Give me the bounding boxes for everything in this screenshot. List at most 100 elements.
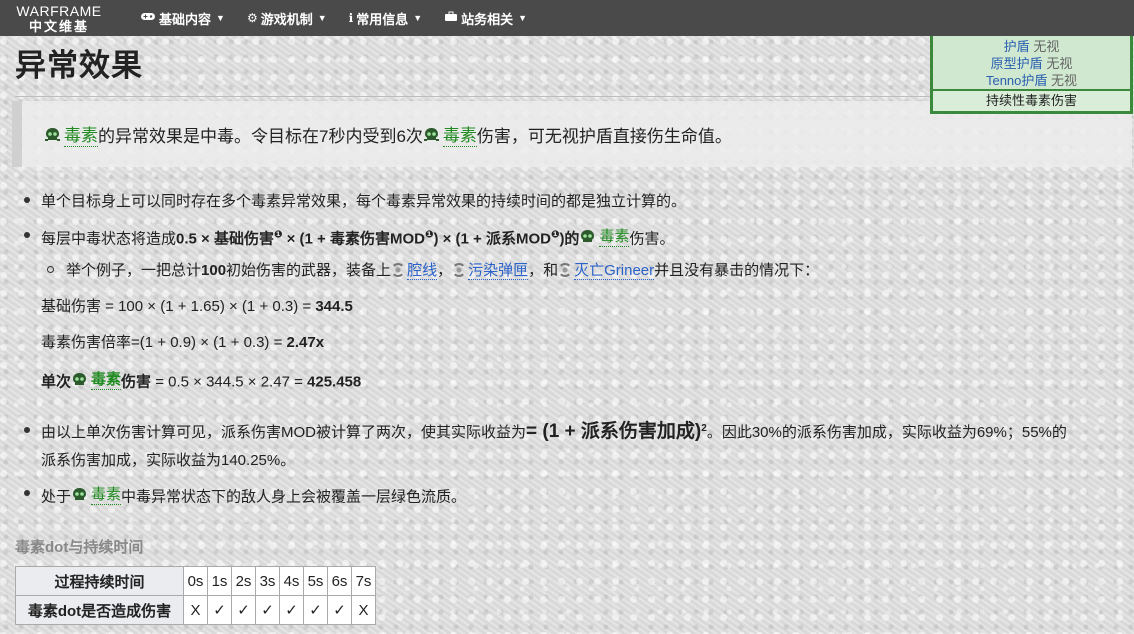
- top-navbar: WARFRAME 中文维基 基础内容 ▼ ⚙ 游戏机制 ▼ ℹ 常用信息 ▼ 站…: [0, 0, 1134, 36]
- note-text: 。因此30%的派系伤害加成，实际收益为69%；55%的: [706, 424, 1067, 441]
- table-cell: X: [351, 595, 376, 625]
- toxin-word: 毒素: [599, 225, 630, 247]
- caret-down-icon: ▼: [518, 13, 528, 23]
- calc-label: 单次: [41, 373, 72, 391]
- example-text: 并且没有暴击的情况下：: [654, 262, 820, 279]
- toxin-link[interactable]: 毒素: [423, 121, 477, 147]
- bullet-text-independent: 单个目标身上可以同时存在多个毒素异常效果，每个毒素异常效果的持续时间的都是独立计…: [41, 193, 687, 210]
- toxin-link[interactable]: 毒素: [71, 368, 122, 390]
- info-icon: ℹ: [348, 11, 354, 25]
- page-title: 异常效果: [15, 48, 143, 83]
- nav-label: 游戏机制: [260, 11, 313, 27]
- table-row: 毒素dot是否造成伤害 X ✓ ✓ ✓ ✓ ✓ ✓ X: [15, 595, 376, 625]
- example-number: 100: [201, 262, 227, 279]
- caret-down-icon: ▼: [413, 13, 423, 23]
- mod-icon: [452, 263, 467, 277]
- table-cell: X: [183, 595, 208, 625]
- infobox: 护盾 无视 原型护盾 无视 Tenno护盾 无视 持续性毒素伤害: [930, 36, 1133, 114]
- toxin-link[interactable]: 毒素: [71, 483, 122, 505]
- dot-duration-table: 过程持续时间 0s 1s 2s 3s 4s 5s 6s 7s 毒素dot是否造成…: [15, 566, 376, 625]
- table-cell: ✓: [279, 595, 304, 625]
- caret-down-icon: ▼: [317, 13, 327, 23]
- table-cell: ✓: [327, 595, 352, 625]
- infobox-row: 护盾 无视: [933, 38, 1130, 55]
- calc-result: 2.47x: [286, 334, 325, 351]
- bullet-faction-note-cont: 派系伤害加成，实际收益为140.25%。: [41, 452, 296, 469]
- nav-label: 常用信息: [356, 11, 409, 27]
- note-text: 中毒异常状态下的敌人身上会被覆盖一层绿色流质。: [121, 488, 467, 506]
- bullet-green-fluid: 处于 毒素 中毒异常状态下的敌人身上会被覆盖一层绿色流质。: [41, 483, 466, 507]
- bullet-dot: [24, 490, 30, 496]
- toxin-skull-icon: [71, 487, 88, 502]
- gamepad-icon: [140, 11, 156, 25]
- logo-text-en: WARFRAME: [16, 2, 102, 19]
- logo-text-cn: 中文维基: [28, 18, 89, 34]
- formula-part: 0.5 × 基础伤害: [176, 230, 274, 248]
- mod-link-bane-grineer[interactable]: 灭亡Grineer: [574, 262, 655, 280]
- formula-part: )的: [559, 230, 580, 248]
- infobox-value: 无视: [1046, 56, 1073, 71]
- toxin-skull-icon: [579, 229, 596, 244]
- site-logo[interactable]: WARFRAME 中文维基: [0, 0, 118, 36]
- section-title: 毒素dot与持续时间: [15, 539, 144, 556]
- bullet-dot: [24, 427, 30, 433]
- example-text: ，和: [528, 262, 559, 279]
- bullet-faction-note: 由以上单次伤害计算可见，派系伤害MOD被计算了两次，使其实际收益为= (1 + …: [41, 416, 1067, 443]
- nav-item-info[interactable]: ℹ 常用信息 ▼: [349, 9, 423, 28]
- infobox-label[interactable]: 原型护盾: [991, 56, 1043, 71]
- table-cell: ✓: [231, 595, 256, 625]
- calc-expression: = 0.5 × 344.5 × 2.47 =: [151, 373, 308, 391]
- table-cell: 3s: [255, 566, 280, 596]
- formula-prefix: 每层中毒状态将造成: [41, 230, 177, 248]
- toxin-word: 毒素: [91, 368, 122, 390]
- table-row-header: 毒素dot是否造成伤害: [15, 595, 184, 625]
- note-text: 处于: [41, 488, 72, 506]
- table-row: 过程持续时间 0s 1s 2s 3s 4s 5s 6s 7s: [15, 566, 376, 596]
- table-cell: 5s: [303, 566, 328, 596]
- example-intro: 举个例子，一把总计100初始伤害的武器，装备上 腔线， 污染弹匣，和 灭亡Grinee…: [66, 262, 820, 280]
- calc-base-damage: 基础伤害 = 100 × (1 + 1.65) × (1 + 0.3) = 34…: [41, 295, 353, 316]
- bullet-dot: [24, 232, 30, 238]
- table-cell: 0s: [183, 566, 208, 596]
- table-cell: ✓: [303, 595, 328, 625]
- infobox-label[interactable]: 护盾: [1004, 39, 1030, 54]
- gear-icon: ⚙: [246, 11, 258, 25]
- infobox-value: 无视: [1033, 39, 1060, 54]
- toxin-word: 毒素: [64, 121, 98, 147]
- mod-link-rifling[interactable]: 腔线: [407, 262, 438, 280]
- toxin-skull-icon: [423, 127, 440, 142]
- infobox-row: Tenno护盾 无视: [933, 72, 1130, 89]
- nav-item-mechanics[interactable]: ⚙ 游戏机制 ▼: [247, 9, 327, 28]
- calc-expression: 毒素伤害倍率=(1 + 0.9) × (1 + 0.3) =: [41, 334, 287, 351]
- calc-label: 伤害: [121, 373, 152, 391]
- example-text: 初始伤害的武器，装备上: [226, 262, 392, 279]
- toxin-link[interactable]: 毒素: [579, 225, 630, 247]
- table-cell: ✓: [207, 595, 232, 625]
- calc-result: 425.458: [307, 373, 362, 391]
- table-cell: 4s: [279, 566, 304, 596]
- caret-down-icon: ▼: [216, 13, 225, 23]
- nav-item-basic[interactable]: 基础内容 ▼: [140, 9, 225, 28]
- briefcase-icon: [444, 11, 458, 25]
- note-text: 由以上单次伤害计算可见，派系伤害MOD被计算了两次，使其实际收益为: [41, 424, 526, 441]
- quote-text-2: 伤害，可无视护盾直接伤生命值。: [476, 126, 732, 146]
- formula-part: ) × (1 + 派系MOD: [433, 230, 551, 248]
- table-row-header: 过程持续时间: [15, 566, 184, 596]
- toxin-word: 毒素: [442, 121, 477, 147]
- nav-item-site[interactable]: 站务相关 ▼: [444, 9, 527, 28]
- toxin-skull-icon: [71, 372, 88, 387]
- nav-label: 站务相关: [461, 11, 514, 27]
- table-cell: 7s: [351, 566, 376, 596]
- mod-link-contamination[interactable]: 污染弹匣: [468, 262, 529, 280]
- note-formula: = (1 + 派系伤害加成): [526, 421, 702, 442]
- table-cell: 1s: [207, 566, 232, 596]
- calc-expression: 基础伤害 = 100 × (1 + 1.65) × (1 + 0.3) =: [41, 298, 316, 315]
- mod-icon: [391, 263, 406, 277]
- formula-part: × (1 + 毒素伤害MOD: [282, 230, 425, 248]
- table-cell: ✓: [255, 595, 280, 625]
- toxin-link[interactable]: 毒素: [44, 121, 98, 147]
- bullet-dot: [24, 197, 30, 203]
- infobox-label[interactable]: Tenno护盾: [986, 73, 1047, 88]
- quote-text-1: 的异常效果是中毒。令目标在7秒内受到6次: [98, 126, 423, 146]
- infobox-value: 无视: [1051, 73, 1078, 88]
